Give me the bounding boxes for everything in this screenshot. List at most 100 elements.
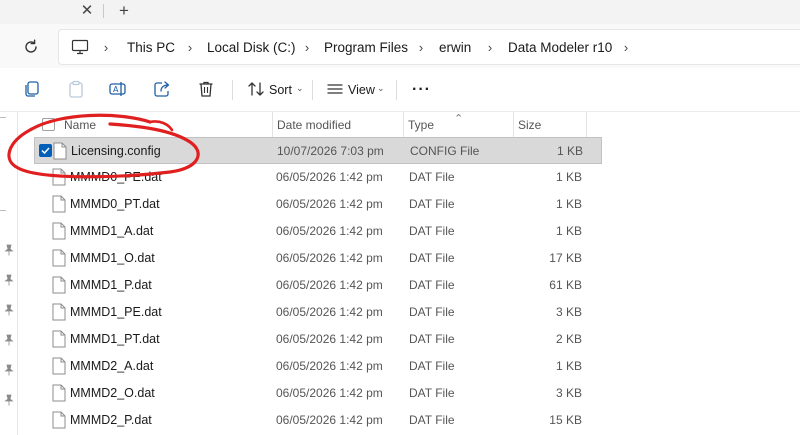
pin-icon[interactable]	[4, 304, 14, 316]
chevron-down-icon[interactable]: ⌄	[296, 83, 304, 94]
row-checkbox[interactable]	[39, 144, 52, 157]
file-icon	[52, 330, 66, 348]
copy-icon[interactable]	[22, 79, 42, 99]
rename-icon[interactable]: A	[108, 79, 128, 99]
select-all-checkbox[interactable]	[42, 118, 55, 131]
file-type: DAT File	[409, 305, 455, 319]
pin-icon[interactable]	[4, 364, 14, 376]
file-icon	[52, 249, 66, 267]
sort-button[interactable]: Sort	[269, 83, 292, 97]
close-icon[interactable]: ✕	[76, 1, 98, 21]
file-row[interactable]: MMMD2_P.dat 06/05/2026 1:42 pm DAT File …	[34, 407, 602, 434]
pin-icon[interactable]	[4, 274, 14, 286]
breadcrumb-separator[interactable]: ›	[619, 39, 633, 57]
sort-icon[interactable]	[246, 79, 266, 99]
breadcrumb-separator[interactable]: ›	[300, 39, 314, 57]
file-name: Licensing.config	[71, 144, 161, 158]
file-size: 61 KB	[549, 278, 582, 292]
sort-ascending-icon: ⌃	[454, 113, 464, 125]
file-type: DAT File	[409, 332, 455, 346]
file-date: 06/05/2026 1:42 pm	[276, 386, 383, 400]
file-icon	[52, 168, 66, 186]
file-type: DAT File	[409, 278, 455, 292]
breadcrumb-this-pc[interactable]: This PC	[127, 39, 175, 57]
file-size: 1 KB	[555, 197, 582, 211]
file-date: 06/05/2026 1:42 pm	[276, 332, 383, 346]
breadcrumb-separator[interactable]: ›	[99, 39, 113, 57]
file-row[interactable]: MMMD1_PE.dat 06/05/2026 1:42 pm DAT File…	[34, 299, 602, 326]
file-row[interactable]: MMMD2_O.dat 06/05/2026 1:42 pm DAT File …	[34, 380, 602, 407]
share-icon[interactable]	[152, 79, 172, 99]
breadcrumb-data-modeler[interactable]: Data Modeler r10	[508, 39, 612, 57]
file-date: 06/05/2026 1:42 pm	[276, 359, 383, 373]
column-name[interactable]: Name	[60, 112, 272, 138]
file-size: 1 KB	[555, 170, 582, 184]
file-type: DAT File	[409, 251, 455, 265]
file-icon	[52, 357, 66, 375]
delete-icon[interactable]	[196, 79, 216, 99]
tab-divider	[103, 4, 104, 18]
file-icon	[52, 222, 66, 240]
file-type: DAT File	[409, 224, 455, 238]
file-name: MMMD2_P.dat	[70, 413, 152, 427]
file-size: 15 KB	[549, 413, 582, 427]
file-icon	[52, 411, 66, 429]
file-icon	[52, 195, 66, 213]
file-row[interactable]: Licensing.config 10/07/2026 7:03 pm CONF…	[34, 137, 602, 164]
pin-icon[interactable]	[4, 334, 14, 346]
file-name: MMMD1_O.dat	[70, 251, 155, 265]
address-bar[interactable]: › This PC › Local Disk (C:) › Program Fi…	[58, 29, 800, 65]
breadcrumb-separator[interactable]: ›	[183, 39, 197, 57]
file-row[interactable]: MMMD1_P.dat 06/05/2026 1:42 pm DAT File …	[34, 272, 602, 299]
file-date: 06/05/2026 1:42 pm	[276, 224, 383, 238]
column-divider[interactable]	[586, 112, 587, 138]
file-row[interactable]: MMMD0_PT.dat 06/05/2026 1:42 pm DAT File…	[34, 191, 602, 218]
file-name: MMMD0_PE.dat	[70, 170, 162, 184]
file-name: MMMD1_PE.dat	[70, 305, 162, 319]
breadcrumb-local-disk[interactable]: Local Disk (C:)	[207, 39, 296, 57]
address-row: › This PC › Local Disk (C:) › Program Fi…	[0, 24, 800, 68]
breadcrumb-separator[interactable]: ›	[483, 39, 497, 57]
file-type: DAT File	[409, 386, 455, 400]
file-size: 17 KB	[549, 251, 582, 265]
file-date: 06/05/2026 1:42 pm	[276, 170, 383, 184]
chevron-down-icon[interactable]: ⌄	[377, 83, 385, 94]
file-icon	[52, 303, 66, 321]
navigation-pane[interactable]	[0, 112, 18, 435]
file-size: 1 KB	[556, 144, 583, 158]
file-size: 3 KB	[555, 305, 582, 319]
breadcrumb-separator[interactable]: ›	[414, 39, 428, 57]
column-date-modified[interactable]: Date modified	[273, 112, 403, 138]
paste-icon[interactable]	[66, 79, 86, 99]
monitor-icon	[71, 39, 89, 55]
view-button[interactable]: View	[348, 83, 375, 97]
file-name: MMMD1_A.dat	[70, 224, 154, 238]
column-size[interactable]: Size	[514, 112, 586, 138]
toolbar-divider	[312, 80, 313, 100]
file-row[interactable]: MMMD2_A.dat 06/05/2026 1:42 pm DAT File …	[34, 353, 602, 380]
file-name: MMMD2_A.dat	[70, 359, 154, 373]
command-bar: A Sort ⌄ View ⌄ ···	[0, 68, 800, 112]
file-row[interactable]: MMMD1_PT.dat 06/05/2026 1:42 pm DAT File…	[34, 326, 602, 353]
file-row[interactable]: MMMD1_O.dat 06/05/2026 1:42 pm DAT File …	[34, 245, 602, 272]
view-icon[interactable]	[325, 79, 345, 99]
plus-icon[interactable]: +	[113, 0, 135, 22]
file-type: CONFIG File	[410, 144, 480, 158]
pin-icon[interactable]	[4, 394, 14, 406]
breadcrumb-erwin[interactable]: erwin	[439, 39, 471, 57]
file-type: DAT File	[409, 359, 455, 373]
file-type: DAT File	[409, 170, 455, 184]
file-row[interactable]: MMMD0_PE.dat 06/05/2026 1:42 pm DAT File…	[34, 164, 602, 191]
nav-divider	[0, 210, 6, 211]
file-date: 06/05/2026 1:42 pm	[276, 251, 383, 265]
more-options-button[interactable]: ···	[412, 81, 431, 99]
pin-icon[interactable]	[4, 244, 14, 256]
refresh-icon[interactable]	[20, 36, 42, 58]
nav-divider	[0, 117, 6, 118]
file-date: 06/05/2026 1:42 pm	[276, 305, 383, 319]
file-size: 2 KB	[555, 332, 582, 346]
file-icon	[53, 142, 67, 160]
breadcrumb-program-files[interactable]: Program Files	[324, 39, 408, 57]
file-date: 06/05/2026 1:42 pm	[276, 278, 383, 292]
file-row[interactable]: MMMD1_A.dat 06/05/2026 1:42 pm DAT File …	[34, 218, 602, 245]
